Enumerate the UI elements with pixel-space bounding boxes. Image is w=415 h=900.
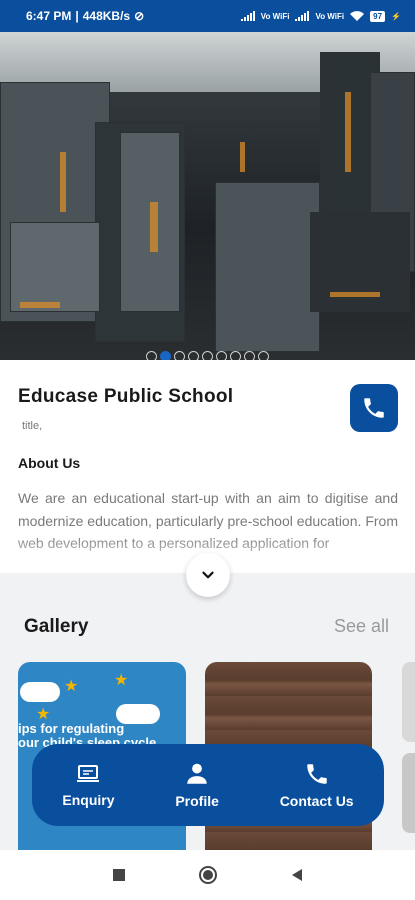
bottom-navigation: Enquiry Profile Contact Us [32, 744, 384, 826]
vowifi-label-2: Vo WiFi [315, 11, 345, 21]
window-lights [330, 292, 380, 297]
battery-icon: 97 [370, 10, 386, 22]
building-shape [215, 182, 320, 352]
nav-profile-label: Profile [175, 793, 219, 809]
carousel-dot[interactable] [258, 351, 269, 360]
window-lights [20, 302, 60, 308]
cloud-shape [20, 682, 60, 702]
see-all-link[interactable]: See all [334, 616, 389, 637]
charging-icon: ⚡ [391, 11, 401, 21]
nav-enquiry-label: Enquiry [62, 792, 115, 808]
carousel-dot-active[interactable] [160, 351, 171, 360]
nav-enquiry[interactable]: Enquiry [62, 762, 115, 808]
hero-carousel[interactable] [0, 32, 415, 360]
star-icon: ★ [64, 678, 79, 695]
nav-profile[interactable]: Profile [175, 761, 219, 809]
star-icon: ★ [114, 672, 129, 689]
school-subtitle: title, [22, 420, 43, 432]
nav-contact[interactable]: Contact Us [280, 761, 354, 809]
person-icon [187, 763, 207, 784]
about-heading: About Us [18, 455, 81, 471]
phone-icon [306, 764, 327, 784]
gallery-image-card[interactable] [402, 753, 415, 833]
status-time: 6:47 PM [26, 9, 72, 23]
carousel-dot[interactable] [244, 351, 255, 360]
gallery-image-card[interactable] [402, 662, 415, 742]
vowifi-label-1: Vo WiFi [260, 11, 290, 21]
expand-about-button[interactable] [186, 553, 230, 597]
home-icon[interactable] [198, 865, 218, 885]
chevron-down-icon [202, 571, 214, 579]
call-button[interactable] [350, 384, 398, 432]
nav-contact-label: Contact Us [279, 793, 354, 809]
wifi-icon [350, 11, 365, 21]
carousel-dot[interactable] [188, 351, 199, 360]
carousel-dot[interactable] [146, 351, 157, 360]
phone-icon [364, 398, 384, 418]
recents-icon[interactable] [112, 868, 126, 882]
system-navigation-bar [0, 850, 415, 900]
window-lights [345, 92, 351, 172]
window-lights [240, 142, 245, 172]
building-shape [310, 212, 410, 312]
signal-icon [295, 11, 310, 21]
carousel-dot[interactable] [216, 351, 227, 360]
building-shape [10, 222, 100, 312]
signal-icon [240, 11, 255, 21]
window-lights [60, 152, 66, 212]
status-bar: 6:47 PM | 448KB/s ⊘ Vo WiFi Vo WiFi 97 ⚡ [0, 0, 415, 32]
school-info-card: Educase Public School title, About Us We… [0, 360, 415, 573]
carousel-dot[interactable] [230, 351, 241, 360]
back-icon[interactable] [290, 868, 304, 882]
laptop-icon [77, 765, 100, 782]
window-lights [150, 202, 158, 252]
carousel-indicator [146, 351, 269, 360]
status-speed: 448KB/s [82, 9, 131, 23]
alarm-off-icon: ⊘ [134, 9, 145, 23]
carousel-dot[interactable] [202, 351, 213, 360]
school-name: Educase Public School [18, 386, 234, 407]
carousel-dot[interactable] [174, 351, 185, 360]
gallery-heading: Gallery [24, 616, 89, 637]
